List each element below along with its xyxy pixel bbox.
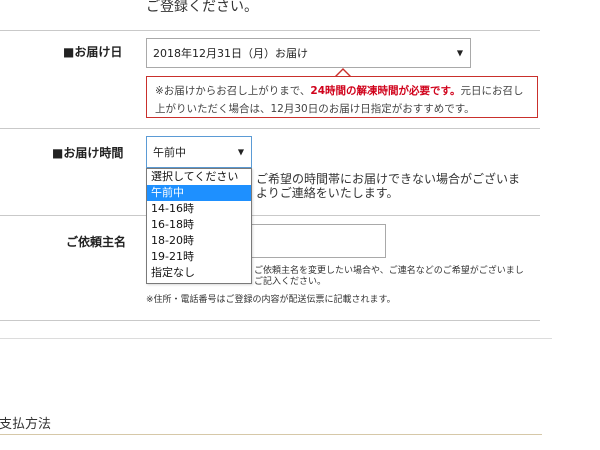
delivery-time-option[interactable]: 19-21時 bbox=[147, 249, 251, 265]
delivery-time-label: ■お届け時間 bbox=[52, 146, 124, 160]
delivery-time-option[interactable]: 18-20時 bbox=[147, 233, 251, 249]
section-divider bbox=[0, 30, 540, 31]
delivery-time-option[interactable]: 14-16時 bbox=[147, 201, 251, 217]
requester-note-line2: ご記入ください。 bbox=[254, 277, 327, 287]
section-divider bbox=[0, 128, 540, 129]
notice-prefix: ※お届けからお召し上がりまで、 bbox=[155, 85, 311, 97]
address-note: ※住所・電話番号はご登録の内容が配送伝票に記載されます。 bbox=[146, 295, 396, 305]
delivery-time-option[interactable]: 午前中 bbox=[147, 185, 251, 201]
requester-note: ご依頼主名を変更したい場合や、ご連名などのご希望がございまし ご記入ください。 bbox=[254, 266, 544, 288]
delivery-time-note: ご希望の時間帯にお届けできない場合がございま よりご連絡をいたします。 bbox=[256, 172, 536, 200]
requester-label: ご依頼主名 bbox=[66, 235, 127, 249]
delivery-time-option[interactable]: 選択してください bbox=[147, 169, 251, 185]
chevron-down-icon: ▼ bbox=[237, 147, 244, 157]
delivery-time-value: 午前中 bbox=[153, 146, 186, 159]
payment-section-title: 支払方法 bbox=[0, 417, 52, 432]
delivery-time-option[interactable]: 指定なし bbox=[147, 265, 251, 281]
delivery-date-value: 2018年12月31日（月）お届け bbox=[153, 47, 308, 60]
notice-highlight: 24時間の解凍時間が必要です。 bbox=[310, 85, 461, 97]
delivery-time-dropdown[interactable]: 選択してください 午前中 14-16時 16-18時 18-20時 19-21時 指定なし bbox=[146, 168, 252, 284]
chevron-down-icon: ▼ bbox=[456, 48, 463, 58]
intro-text: ご登録ください。 bbox=[146, 0, 258, 15]
delivery-time-select[interactable]: 午前中 ▼ bbox=[146, 136, 252, 168]
requester-note-line1: ご依頼主名を変更したい場合や、ご連名などのご希望がございまし bbox=[254, 266, 524, 276]
form-bottom-border bbox=[0, 338, 552, 339]
delivery-time-note-line1: ご希望の時間帯にお届けできない場合がございま bbox=[256, 172, 521, 186]
delivery-time-note-line2: よりご連絡をいたします。 bbox=[256, 186, 399, 200]
delivery-date-label: ■お届け日 bbox=[63, 45, 123, 59]
delivery-date-select[interactable]: 2018年12月31日（月）お届け ▼ bbox=[146, 38, 471, 68]
delivery-notice: ※お届けからお召し上がりまで、24時間の解凍時間が必要です。元日にお召し上がりい… bbox=[146, 76, 538, 118]
payment-title-underline bbox=[0, 434, 542, 435]
section-divider bbox=[0, 215, 540, 216]
delivery-time-option[interactable]: 16-18時 bbox=[147, 217, 251, 233]
section-divider bbox=[0, 320, 540, 321]
